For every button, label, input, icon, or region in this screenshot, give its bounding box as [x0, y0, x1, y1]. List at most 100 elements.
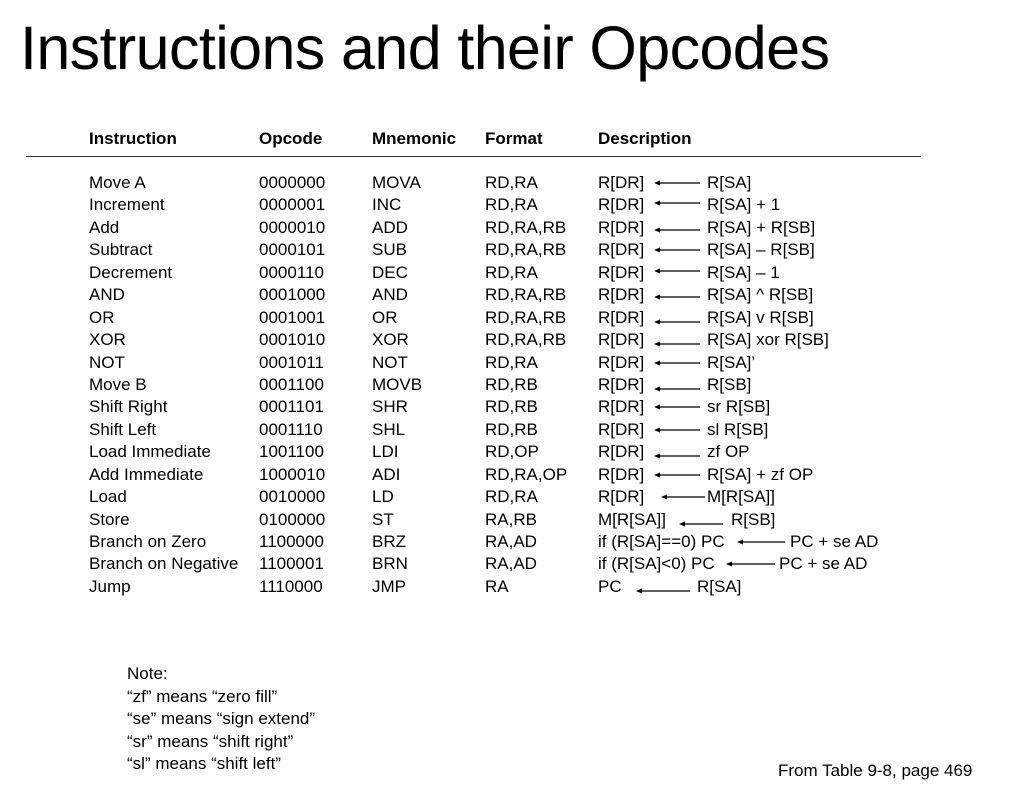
opcode-cell: 1110000 — [259, 576, 323, 596]
mnemonic-cell: ADI — [372, 464, 401, 484]
table-row: Move A 0000000 MOVA RD,RA R[DR] R[SA] — [0, 172, 1024, 194]
table-row: XOR 0001010 XOR RD,RA,RB R[DR] R[SA] xor R[SB… — [0, 329, 1024, 351]
instruction-cell: Shift Left — [89, 419, 157, 439]
format-cell: RD,RA,RB — [485, 307, 567, 327]
instruction-table: Move A 0000000 MOVA RD,RA R[DR] R[SA] Incremen… — [0, 172, 1024, 598]
table-row: NOT 0001011 NOT RD,RA R[DR] R[SA]’ — [0, 352, 1024, 374]
description-source: R[SA] + zf OP — [707, 464, 814, 484]
description-source: R[SA]’ — [707, 352, 756, 372]
left-arrow-icon — [654, 245, 700, 255]
opcode-cell: 1100001 — [259, 554, 324, 574]
table-row: Decrement 0000110 DEC RD,RA R[DR] R[SA] – 1 — [0, 262, 1024, 284]
left-arrow-icon — [654, 178, 700, 188]
table-row: Load Immediate 1001100 LDI RD,OP R[DR] zf OP — [0, 441, 1024, 463]
note-line: “sl” means “shift left” — [127, 754, 281, 773]
description-destination: R[DR] — [598, 173, 645, 192]
table-row: Load 0010000 LD RD,RA R[DR] M[R[SA]] — [0, 486, 1024, 508]
table-row: Add Immediate 1000010 ADI RD,RA,OP R[DR] R[SA… — [0, 464, 1024, 486]
description-source: R[SA] v R[SB] — [707, 307, 814, 327]
left-arrow-icon — [654, 339, 700, 349]
format-cell: RD,RB — [485, 374, 538, 394]
table-row: Move B 0001100 MOVB RD,RB R[DR] R[SB] — [0, 374, 1024, 396]
mnemonic-cell: DEC — [372, 262, 408, 282]
instruction-cell: Store — [89, 509, 130, 529]
page-title: Instructions and their Opcodes — [20, 14, 830, 82]
format-cell: RD,OP — [485, 442, 539, 462]
left-arrow-icon — [654, 225, 700, 235]
opcode-cell: 0001001 — [259, 307, 326, 327]
mnemonic-cell: NOT — [372, 352, 408, 372]
mnemonic-cell: MOVB — [372, 374, 423, 394]
mnemonic-cell: LDI — [372, 442, 399, 462]
description-destination: R[DR] — [598, 195, 645, 215]
format-cell: RD,RA — [485, 195, 538, 215]
instruction-cell: XOR — [89, 330, 126, 350]
opcode-cell: 0010000 — [259, 487, 326, 507]
left-arrow-icon — [636, 586, 690, 596]
description-source: R[SA] — [707, 173, 752, 192]
description-destination: R[DR] — [598, 330, 645, 350]
opcode-cell: 0000110 — [259, 262, 324, 282]
format-cell: RD,RA,RB — [485, 217, 567, 237]
format-cell: RD,RA,RB — [485, 285, 567, 305]
table-row: Shift Right 0001101 SHR RD,RB R[DR] sr R[SB] — [0, 396, 1024, 418]
note-line: “se” means “sign extend” — [127, 709, 316, 728]
format-cell: RA,AD — [485, 554, 537, 574]
description-source: R[SA] ^ R[SB] — [707, 285, 814, 305]
mnemonic-cell: LD — [372, 487, 394, 507]
description-destination: M[R[SA]] — [598, 509, 667, 529]
description-source: PC + se AD — [779, 554, 868, 574]
left-arrow-icon — [654, 292, 700, 302]
mnemonic-cell: BRN — [372, 554, 408, 574]
description-source: R[SA] xor R[SB] — [707, 330, 829, 350]
left-arrow-icon — [654, 317, 700, 327]
left-arrow-icon — [654, 198, 700, 208]
description-destination: R[DR] — [598, 419, 645, 439]
mnemonic-cell: AND — [372, 285, 408, 305]
description-source: M[R[SA]] — [707, 487, 776, 507]
description-source: sl R[SB] — [707, 419, 769, 439]
description-source: zf OP — [707, 442, 750, 462]
description-source: R[SA] + R[SB] — [707, 217, 816, 237]
source-citation: From Table 9-8, page 469 — [778, 761, 973, 780]
left-arrow-icon — [654, 425, 700, 435]
opcode-cell: 0001011 — [259, 352, 324, 372]
left-arrow-icon — [654, 402, 700, 412]
mnemonic-cell: SHR — [372, 397, 408, 417]
table-row: AND 0001000 AND RD,RA,RB R[DR] R[SA] ^ R[SB] — [0, 284, 1024, 306]
left-arrow-icon — [654, 266, 700, 276]
opcode-cell: 1100000 — [259, 532, 324, 551]
format-cell: RD,RA — [485, 487, 538, 507]
instruction-cell: Move A — [89, 173, 146, 192]
instruction-cell: AND — [89, 285, 125, 305]
opcode-cell: 1001100 — [259, 442, 324, 462]
left-arrow-icon — [737, 537, 785, 547]
description-source: PC + se AD — [790, 532, 879, 551]
description-destination: R[DR] — [598, 464, 645, 484]
format-cell: RD,RA,RB — [485, 330, 567, 350]
description-destination: PC — [598, 576, 622, 596]
instruction-cell: Jump — [89, 576, 131, 596]
left-arrow-icon — [726, 559, 775, 569]
left-arrow-icon — [679, 519, 723, 529]
instruction-cell: OR — [89, 307, 115, 327]
instruction-cell: Branch on Negative — [89, 554, 239, 574]
description-source: R[SA] — [697, 576, 742, 596]
mnemonic-cell: BRZ — [372, 532, 406, 551]
table-row: Branch on Negative 1100001 BRN RA,AD if (R[S… — [0, 553, 1024, 575]
format-cell: RD,RA,RB — [485, 240, 567, 260]
format-cell: RD,RB — [485, 419, 538, 439]
mnemonic-cell: MOVA — [372, 173, 421, 192]
header-divider — [26, 156, 921, 157]
header-format: Format — [485, 129, 543, 148]
description-destination: R[DR] — [598, 352, 645, 372]
table-row: OR 0001001 OR RD,RA,RB R[DR] R[SA] v R[SB] — [0, 307, 1024, 329]
opcode-cell: 0001010 — [259, 330, 326, 350]
opcode-cell: 0001000 — [259, 285, 326, 305]
description-destination: if (R[SA]==0) PC — [598, 532, 725, 551]
mnemonic-cell: OR — [372, 307, 398, 327]
table-row: Jump 1110000 JMP RA PC R[SA] — [0, 576, 1024, 598]
table-row: Increment 0000001 INC RD,RA R[DR] R[SA] + 1 — [0, 194, 1024, 216]
description-destination: R[DR] — [598, 240, 645, 260]
mnemonic-cell: SUB — [372, 240, 407, 260]
